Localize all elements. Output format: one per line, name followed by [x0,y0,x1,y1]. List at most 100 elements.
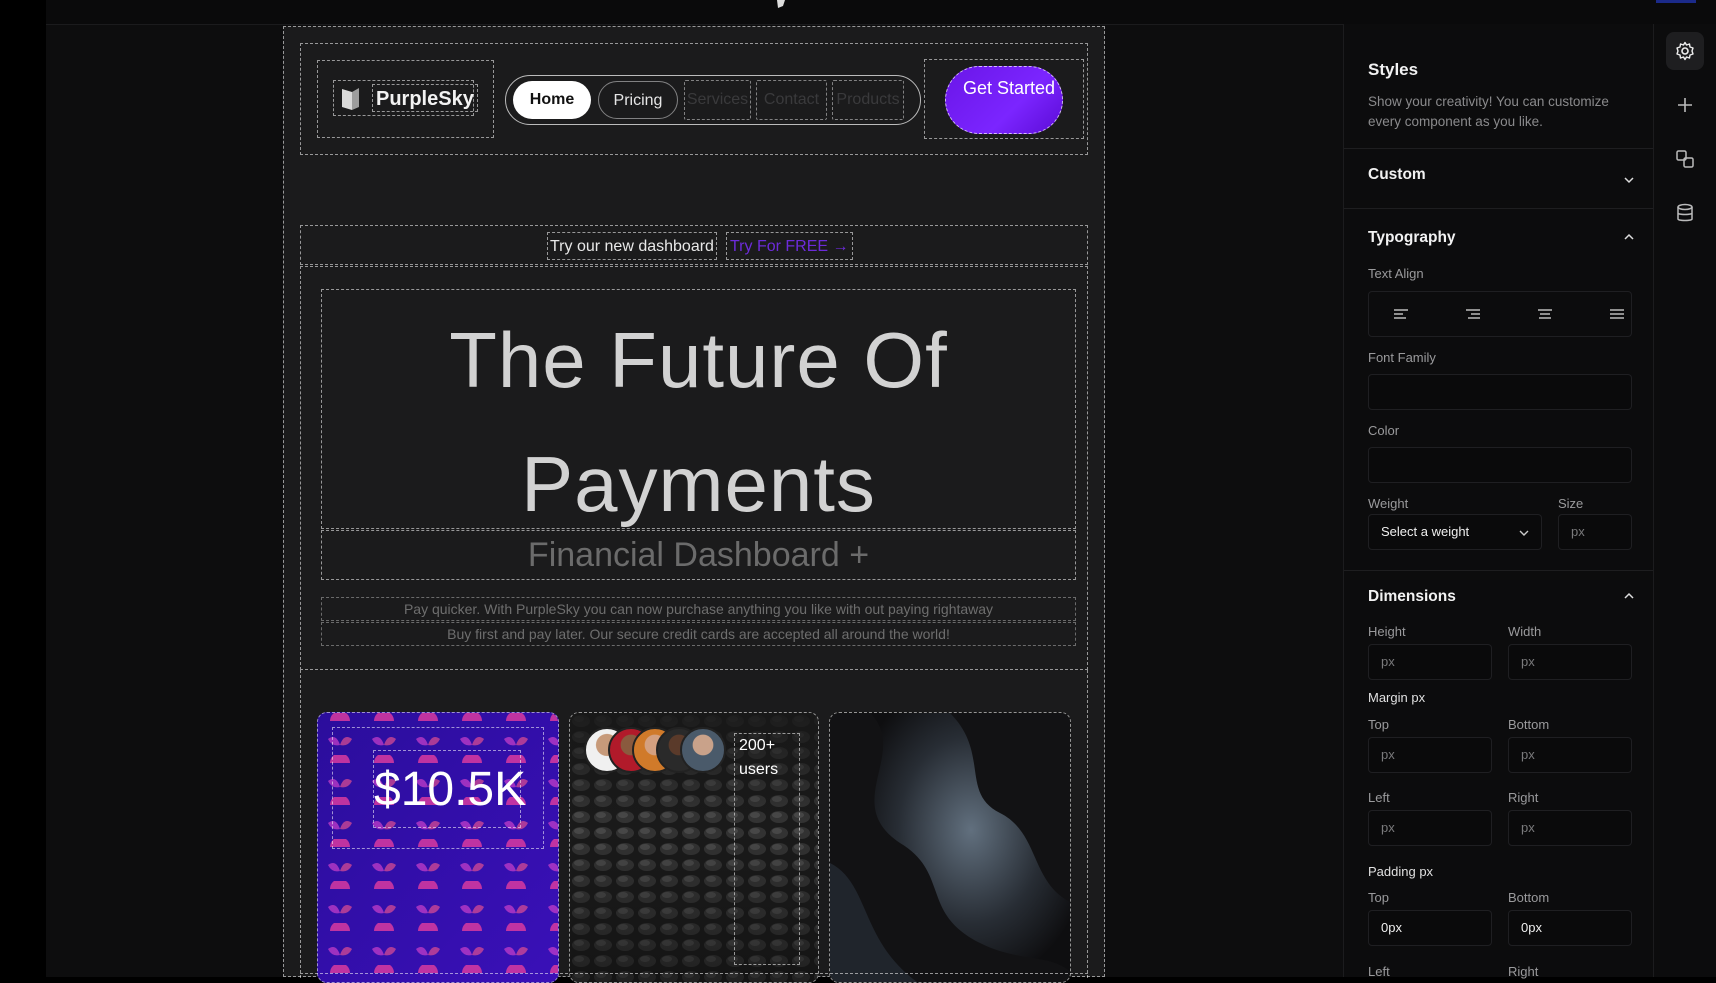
value-text-container[interactable]: $10.5K [373,750,526,829]
description-line-2[interactable]: Buy first and pay later. Our secure cred… [322,623,1075,645]
panel-subtitle: Show your creativity! You can customize … [1368,94,1609,129]
brand-block[interactable]: PurpleSky [317,60,494,138]
cta-container[interactable]: Get Started [924,59,1084,139]
weight-select[interactable]: Select a weight [1368,514,1542,550]
width-label: Width [1508,624,1542,639]
description-line-2-container[interactable]: Buy first and pay later. Our secure cred… [321,622,1076,646]
headline-container[interactable]: The Future Of Payments [321,289,1076,529]
hero-section[interactable]: The Future Of Payments Financial Dashboa… [300,266,1088,670]
hero-headline[interactable]: The Future Of Payments [322,298,1075,546]
margin-label: Margin px [1368,690,1426,705]
padding-bottom-input[interactable]: 0px [1508,910,1632,946]
size-label: Size [1558,496,1584,511]
nav-services-link[interactable]: Services [684,80,751,120]
headline-line-1: The Future Of [449,316,948,404]
chevron-down-icon [1519,530,1529,536]
settings-button[interactable] [1666,32,1704,70]
margin-right-input[interactable]: px [1508,810,1632,846]
padding-top-label: Top [1368,890,1389,905]
dimensions-section-label[interactable]: Dimensions [1368,588,1456,606]
divider [1344,208,1654,209]
color-label: Color [1368,423,1400,438]
smoke-image-card[interactable] [829,712,1071,983]
users-count[interactable]: 200+ users [739,734,799,782]
announcement-text[interactable]: Try our new dashboard [547,232,717,260]
nav-pricing-link[interactable]: Pricing [598,81,678,119]
components-button[interactable] [1666,140,1704,178]
description-line-1[interactable]: Pay quicker. With PurpleSky you can now … [322,598,1075,620]
get-started-button[interactable]: Get Started [945,66,1063,134]
brand-container[interactable]: PurpleSky [333,80,478,116]
width-input[interactable]: px [1508,644,1632,680]
data-button[interactable] [1666,194,1704,232]
panel-title: Styles [1368,60,1419,79]
tool-rail [1653,24,1716,977]
value-card[interactable]: $10.5K [317,712,559,983]
users-count-container[interactable]: 200+ users [734,733,800,965]
margin-top-input[interactable]: px [1368,737,1492,773]
padding-label: Padding px [1368,864,1434,879]
align-center-icon[interactable] [1535,305,1555,323]
avatar [680,727,726,773]
height-label: Height [1368,624,1406,639]
margin-top-label: Top [1368,717,1389,732]
font-family-label: Font Family [1368,350,1436,365]
font-family-input[interactable] [1368,374,1632,410]
typography-section-label[interactable]: Typography [1368,229,1456,247]
brand-name[interactable]: PurpleSky [372,84,478,112]
color-input[interactable] [1368,447,1632,483]
margin-left-input[interactable]: px [1368,810,1492,846]
announcement-bar[interactable]: Try our new dashboard Try For FREE → [300,225,1088,265]
font-size-input[interactable]: px [1558,514,1632,550]
database-icon [1677,203,1693,222]
text-align-label: Text Align [1368,266,1424,281]
chevron-up-icon[interactable] [1624,591,1634,601]
add-button[interactable] [1666,86,1704,124]
chevron-up-icon[interactable] [1624,232,1634,242]
gear-icon [1676,41,1694,61]
subheadline-container[interactable]: Financial Dashboard + [321,530,1076,580]
nav-home-link[interactable]: Home [513,81,591,119]
headline-line-2: Payments [521,440,876,528]
smoke-image [830,713,1070,982]
cards-section[interactable]: $10.5K 200+ users [300,670,1088,983]
hero-subheadline[interactable]: Financial Dashboard + [322,531,1075,579]
padding-bottom-label: Bottom [1508,890,1550,905]
margin-left-label: Left [1368,790,1390,805]
chevron-down-icon[interactable] [1624,175,1634,185]
try-free-link[interactable]: Try For FREE → [726,232,853,260]
editor-app: PurpleSky Home Pricing Services Contact … [0,0,1716,983]
custom-section-label: Custom [1368,166,1426,183]
height-input[interactable]: px [1368,644,1492,680]
styles-panel: Styles Show your creativity! You can cus… [1343,24,1654,979]
text-align-group [1368,291,1632,337]
page-canvas[interactable]: PurpleSky Home Pricing Services Contact … [283,26,1105,983]
topbar-accent [1656,0,1696,3]
align-justify-icon[interactable] [1607,305,1627,323]
users-card[interactable]: 200+ users [569,712,819,983]
weight-label: Weight [1368,496,1409,511]
shapes-icon [1676,150,1694,168]
divider [1344,148,1654,149]
left-strip [0,0,46,977]
divider [1344,570,1654,571]
cards-bottom-border [300,973,1088,974]
align-left-icon[interactable] [1391,305,1411,323]
weight-select-value: Select a weight [1381,524,1470,539]
user-avatars [584,727,728,777]
nav-products-link[interactable]: Products [832,80,904,120]
align-right-icon[interactable] [1463,305,1483,323]
description-line-1-container[interactable]: Pay quicker. With PurpleSky you can now … [321,597,1076,621]
navbar[interactable]: PurpleSky Home Pricing Services Contact … [300,43,1088,155]
value-frame[interactable]: $10.5K [332,727,544,849]
margin-right-label: Right [1508,790,1539,805]
balance-value[interactable]: $10.5K [374,751,526,829]
margin-bottom-label: Bottom [1508,717,1550,732]
nav-contact-link[interactable]: Contact [756,80,827,120]
padding-top-input[interactable]: 0px [1368,910,1492,946]
logo-icon [342,88,359,110]
cursor-icon [777,0,785,8]
nav-menu: Home Pricing Services Contact Products [505,75,921,125]
plus-icon [1678,98,1692,112]
margin-bottom-input[interactable]: px [1508,737,1632,773]
